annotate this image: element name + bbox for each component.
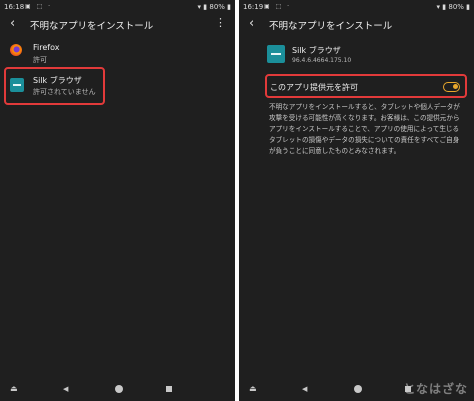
nav-back-icon[interactable]: ◀: [63, 385, 68, 393]
app-bar: ‹ 不明なアプリをインストール: [239, 14, 474, 36]
app-bar: ‹ 不明なアプリをインストール ⋮: [0, 14, 235, 36]
highlight-box: [265, 74, 467, 98]
toolbox-icon[interactable]: ⏏: [10, 384, 18, 393]
highlight-box: [4, 67, 105, 105]
back-arrow-icon[interactable]: ‹: [249, 16, 254, 31]
warning-text: 不明なアプリをインストールすると、タブレットや個人データが攻撃を受ける可能性が高…: [269, 103, 460, 155]
nav-back-icon[interactable]: ◀: [302, 385, 307, 393]
toolbox-icon[interactable]: ⏏: [249, 384, 257, 393]
battery-status: ▾ ▮ 80% ▮: [197, 3, 231, 11]
status-time: 16:18: [4, 3, 25, 11]
status-time: 16:19: [243, 3, 264, 11]
page-title: 不明なアプリをインストール: [30, 21, 154, 32]
status-bar: 16:18 ▣ ⬚ · ▾ ▮ 80% ▮: [0, 0, 235, 14]
battery-status: ▾ ▮ 80% ▮: [436, 3, 470, 11]
nav-recent-icon[interactable]: [166, 386, 172, 392]
app-version: 96.4.6.4664.175.10: [292, 57, 352, 64]
more-options-icon[interactable]: ⋮: [215, 16, 226, 29]
app-name: Silk ブラウザ: [292, 46, 341, 55]
app-name: Firefox: [33, 43, 60, 52]
nav-home-icon[interactable]: [115, 385, 123, 393]
notification-icons: ▣ ⬚ ·: [264, 3, 292, 10]
right-screen: 16:19 ▣ ⬚ · ▾ ▮ 80% ▮ ‹ 不明なアプリをインストール Si…: [239, 0, 474, 401]
silk-icon: [267, 45, 285, 63]
watermark: となはざな: [403, 382, 468, 396]
firefox-icon: [10, 44, 22, 56]
notification-icons: ▣ ⬚ ·: [25, 3, 53, 10]
status-bar: 16:19 ▣ ⬚ · ▾ ▮ 80% ▮: [239, 0, 474, 14]
navigation-bar: ⏏ ◀: [0, 379, 235, 401]
page-title: 不明なアプリをインストール: [269, 21, 393, 32]
app-status: 許可: [33, 56, 47, 64]
nav-home-icon[interactable]: [354, 385, 362, 393]
back-arrow-icon[interactable]: ‹: [10, 16, 15, 31]
left-screen: 16:18 ▣ ⬚ · ▾ ▮ 80% ▮ ‹ 不明なアプリをインストール ⋮ …: [0, 0, 235, 401]
